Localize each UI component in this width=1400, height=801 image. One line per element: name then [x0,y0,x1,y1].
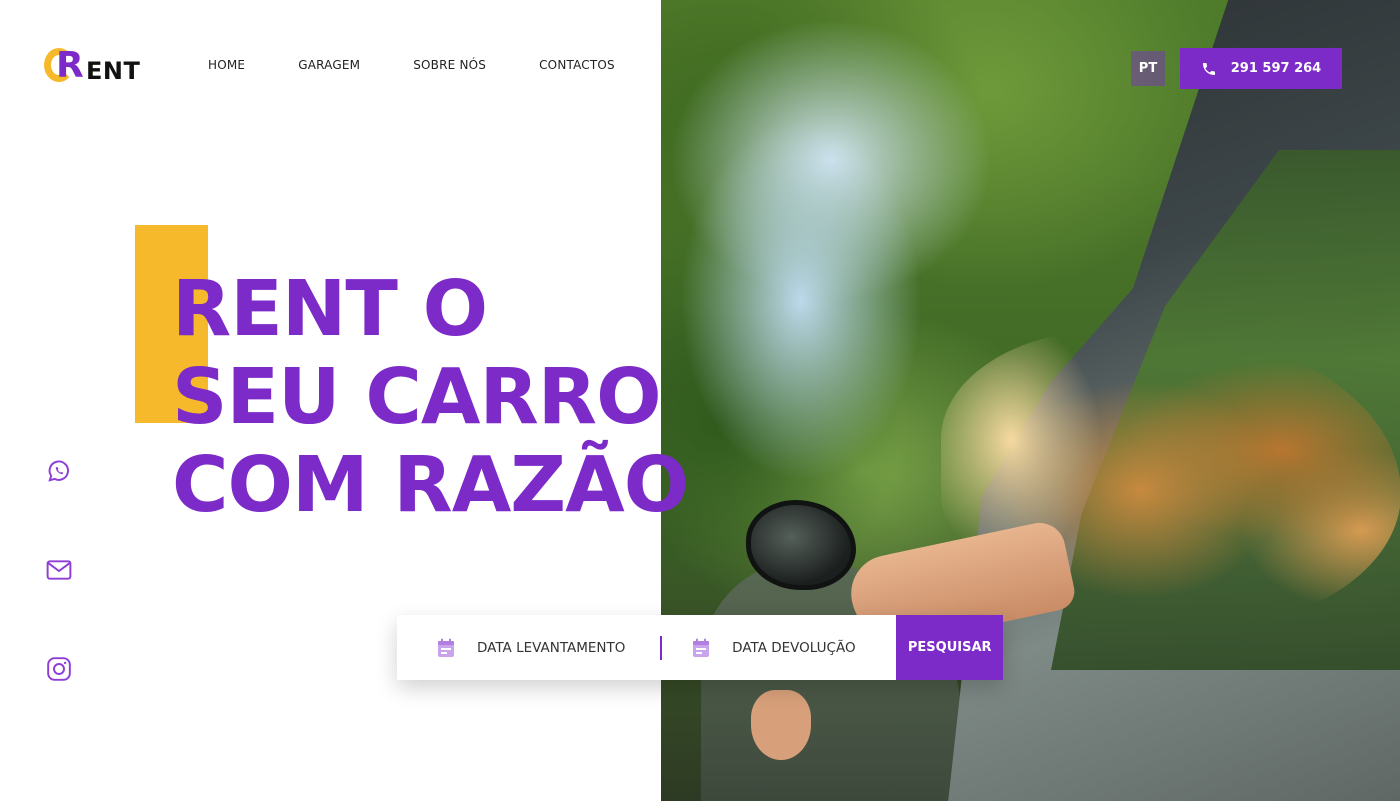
logo-letter: R [56,45,84,86]
hero-title-line-2: SEU CARRO [172,353,662,442]
hero-title-line-1: RENT O [172,265,488,354]
search-button[interactable]: PESQUISAR [896,615,1004,680]
nav-contactos[interactable]: CONTACTOS [539,58,615,72]
whatsapp-icon [48,460,69,482]
phone-icon [1202,62,1215,75]
email-link[interactable] [45,556,73,584]
return-date-label: DATA DEVOLUÇÃO [732,639,856,656]
calendar-icon [693,638,710,657]
pickup-date-field[interactable]: DATA LEVANTAMENTO [397,615,660,680]
calendar-icon [438,638,454,657]
language-selector[interactable]: PT [1131,51,1165,86]
main-nav: HOME GARAGEM SOBRE NÓS CONTACTOS [208,58,668,72]
nav-sobre-nos[interactable]: SOBRE NÓS [413,58,486,72]
nav-garagem[interactable]: GARAGEM [298,58,360,72]
hand [751,690,811,760]
phone-button[interactable]: 291 597 264 [1180,48,1342,89]
logo[interactable]: R ENT [44,46,154,88]
nav-home[interactable]: HOME [208,58,245,72]
return-date-field[interactable]: DATA DEVOLUÇÃO [662,615,896,680]
logo-text: ENT [86,57,141,85]
instagram-link[interactable] [45,655,73,683]
whatsapp-link[interactable] [45,457,73,485]
pickup-date-label: DATA LEVANTAMENTO [477,639,626,656]
logo-mark: R [44,46,90,88]
phone-number: 291 597 264 [1230,61,1322,76]
hero-title: RENT O SEU CARRO COM RAZÃO [172,266,792,530]
instagram-icon [47,657,71,681]
mail-icon [46,560,72,580]
search-bar: DATA LEVANTAMENTO DATA DEVOLUÇÃO PESQUIS… [397,615,1004,680]
hero-title-line-3: COM RAZÃO [172,441,689,530]
